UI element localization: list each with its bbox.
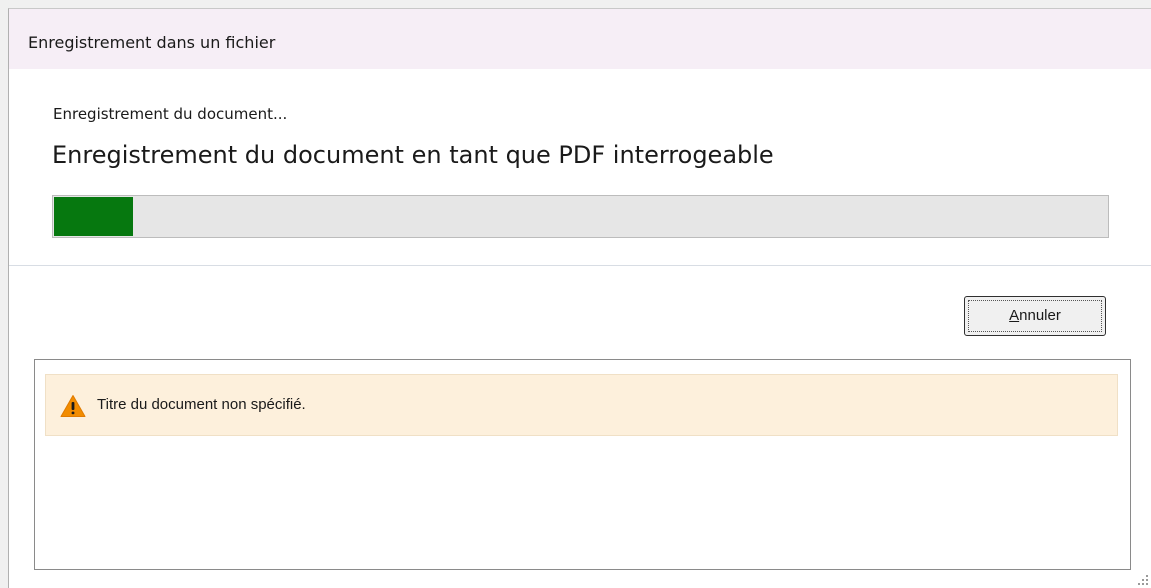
resize-grip-icon[interactable]: [1137, 574, 1149, 586]
cancel-mnemonic: A: [1009, 307, 1020, 324]
status-detail: Enregistrement du document en tant que P…: [52, 141, 774, 169]
save-progress-dialog: Enregistrement dans un fichier Enregistr…: [8, 8, 1151, 588]
message-text: Titre du document non spécifié.: [97, 396, 306, 413]
message-list[interactable]: Titre du document non spécifié.: [34, 359, 1131, 570]
divider: [9, 265, 1151, 266]
warning-icon: [60, 394, 86, 418]
status-heading: Enregistrement du document...: [53, 105, 288, 123]
title-bar[interactable]: Enregistrement dans un fichier: [9, 9, 1151, 69]
cancel-button-label: Annuler: [965, 307, 1105, 324]
window-title: Enregistrement dans un fichier: [28, 33, 276, 52]
cancel-label-rest: nnuler: [1019, 307, 1061, 324]
progress-bar: [52, 195, 1109, 238]
list-item[interactable]: Titre du document non spécifié.: [45, 374, 1118, 436]
progress-fill: [54, 197, 133, 236]
cancel-button[interactable]: Annuler: [964, 296, 1106, 336]
